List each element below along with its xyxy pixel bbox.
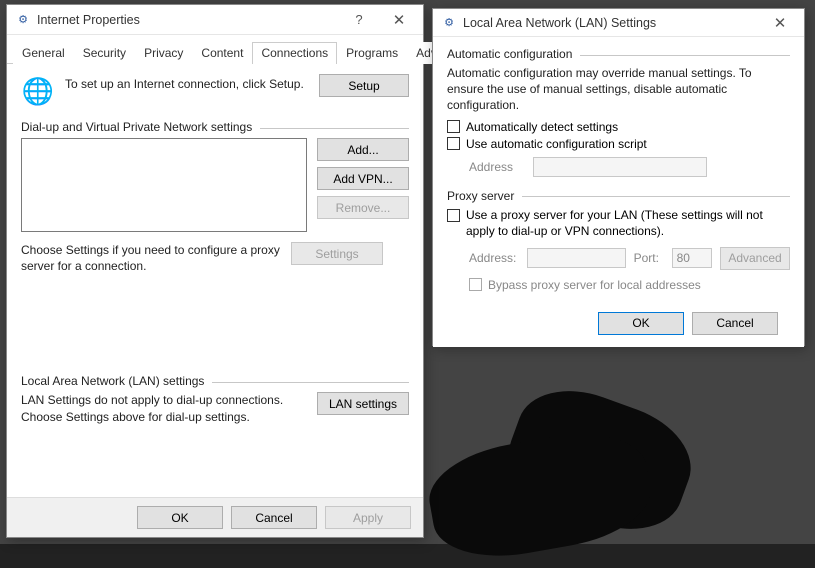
bypass-row: Bypass proxy server for local addresses — [469, 278, 790, 292]
tab-programs[interactable]: Programs — [337, 42, 407, 64]
dialog-body: Automatic configuration Automatic config… — [433, 37, 804, 347]
divider — [580, 55, 790, 56]
dialup-group-text: Dial-up and Virtual Private Network sett… — [21, 120, 252, 134]
lan-settings-dialog: ⚙ Local Area Network (LAN) Settings ✕ Au… — [432, 8, 805, 346]
remove-button: Remove... — [317, 196, 409, 219]
connections-listbox[interactable] — [21, 138, 307, 232]
use-proxy-row[interactable]: Use a proxy server for your LAN (These s… — [447, 207, 790, 239]
lan-explanation: LAN Settings do not apply to dial-up con… — [21, 392, 307, 424]
checkbox-icon[interactable] — [447, 209, 460, 222]
dialog-title: Local Area Network (LAN) Settings — [463, 16, 760, 30]
ok-button[interactable]: OK — [598, 312, 684, 335]
titlebar[interactable]: ⚙ Internet Properties ? ✕ — [7, 5, 423, 35]
address-label: Address — [469, 160, 523, 174]
checkbox-icon[interactable] — [447, 137, 460, 150]
globe-icon: 🌐 — [21, 74, 55, 108]
dialog-button-bar: OK Cancel — [447, 306, 790, 335]
use-proxy-label: Use a proxy server for your LAN (These s… — [466, 207, 790, 239]
settings-button: Settings — [291, 242, 383, 265]
dialog-body: 🌐 To set up an Internet connection, clic… — [7, 64, 423, 435]
tab-general[interactable]: General — [13, 42, 74, 64]
choose-settings-text: Choose Settings if you need to configure… — [21, 242, 281, 274]
dialog-title: Internet Properties — [37, 13, 339, 27]
internet-properties-dialog: ⚙ Internet Properties ? ✕ General Securi… — [6, 4, 424, 538]
apply-button: Apply — [325, 506, 411, 529]
advanced-button: Advanced — [720, 247, 790, 270]
auto-description: Automatic configuration may override man… — [447, 65, 790, 114]
tab-connections[interactable]: Connections — [252, 42, 337, 64]
proxy-port-label: Port: — [634, 251, 664, 265]
cancel-button[interactable]: Cancel — [231, 506, 317, 529]
checkbox-icon[interactable] — [447, 120, 460, 133]
auto-group-text: Automatic configuration — [447, 47, 572, 61]
checkbox-icon — [469, 278, 482, 291]
tab-privacy[interactable]: Privacy — [135, 42, 192, 64]
bypass-label: Bypass proxy server for local addresses — [488, 278, 701, 292]
close-icon[interactable]: ✕ — [760, 9, 800, 37]
tab-security[interactable]: Security — [74, 42, 135, 64]
lan-group-label: Local Area Network (LAN) settings — [21, 374, 409, 388]
control-panel-icon: ⚙ — [15, 12, 31, 28]
auto-detect-row[interactable]: Automatically detect settings — [447, 120, 790, 134]
dialup-group-label: Dial-up and Virtual Private Network sett… — [21, 120, 409, 134]
divider — [260, 128, 409, 129]
proxy-address-label: Address: — [469, 251, 519, 265]
proxy-group-label: Proxy server — [447, 189, 790, 203]
auto-group-label: Automatic configuration — [447, 47, 790, 61]
setup-instruction: To set up an Internet connection, click … — [65, 74, 309, 92]
proxy-group-text: Proxy server — [447, 189, 514, 203]
auto-script-label: Use automatic configuration script — [466, 137, 647, 151]
lan-settings-button[interactable]: LAN settings — [317, 392, 409, 415]
divider — [522, 196, 790, 197]
cancel-button[interactable]: Cancel — [692, 312, 778, 335]
lan-group-text: Local Area Network (LAN) settings — [21, 374, 204, 388]
tab-strip: General Security Privacy Content Connect… — [7, 35, 423, 64]
tab-content[interactable]: Content — [192, 42, 252, 64]
setup-button[interactable]: Setup — [319, 74, 409, 97]
proxy-address-input — [527, 248, 626, 268]
add-vpn-button[interactable]: Add VPN... — [317, 167, 409, 190]
divider — [212, 382, 409, 383]
control-panel-icon: ⚙ — [441, 15, 457, 31]
close-icon[interactable]: ✕ — [379, 6, 419, 34]
proxy-port-input: 80 — [672, 248, 712, 268]
ok-button[interactable]: OK — [137, 506, 223, 529]
auto-detect-label: Automatically detect settings — [466, 120, 618, 134]
auto-script-row[interactable]: Use automatic configuration script — [447, 137, 790, 151]
titlebar[interactable]: ⚙ Local Area Network (LAN) Settings ✕ — [433, 9, 804, 37]
add-button[interactable]: Add... — [317, 138, 409, 161]
dialog-button-bar: OK Cancel Apply — [7, 497, 423, 537]
script-address-input — [533, 157, 707, 177]
help-button[interactable]: ? — [339, 6, 379, 34]
